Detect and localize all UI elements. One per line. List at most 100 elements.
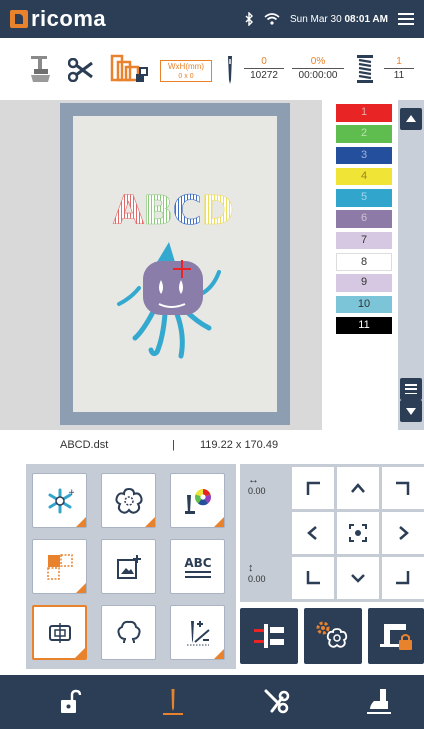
color-chip[interactable]: 11 [336,316,392,335]
color-scrollbar[interactable] [398,100,424,430]
stitch-counter: 0 10272 [244,56,284,81]
text-tool-button[interactable]: ABC [170,539,225,594]
corner-top-right-icon [396,481,410,495]
horizontal-arrows-icon: ↔ [248,474,259,486]
file-name: ABCD.dst [60,439,109,451]
brand-name: ricoma [31,6,107,31]
snowflake-color-icon: + [48,488,74,513]
monster-graphic [117,242,221,359]
bottom-navigation [0,675,424,729]
hoop-workspace[interactable]: ABCD [73,116,277,412]
flower-outline-icon [114,487,143,514]
nav-presser-foot[interactable] [364,687,394,717]
color-total: 11 [393,70,405,81]
color-chip[interactable]: 6 [336,210,392,228]
color-chip[interactable]: 4 [336,167,392,186]
add-image-button[interactable] [101,539,156,594]
corner-top-left-icon [306,481,320,495]
move-down-right-button[interactable] [381,556,424,600]
stitch-current: 0 [261,56,267,67]
info-separator: | [172,439,175,451]
scroll-up-button[interactable] [400,108,422,130]
add-image-icon [116,554,141,579]
cloud-outline-icon [116,620,141,643]
color-chip[interactable]: 2 [336,125,392,143]
x-offset-readout: ↔ 0.00 [248,474,266,496]
frame-select-button[interactable] [32,605,87,660]
design-preview: ABCD [113,188,234,359]
layout-button[interactable] [32,539,87,594]
center-needle-button[interactable] [336,511,380,555]
status-time: 08:01 AM [344,13,388,25]
applique-button[interactable] [101,473,156,528]
corner-bottom-left-icon [306,571,320,585]
stitch-adjust-button[interactable] [170,605,225,660]
color-chip[interactable]: 5 [336,189,392,207]
color-sequence-panel: 1 2 3 4 5 6 7 8 9 10 11 [322,100,424,430]
machine-lock-button[interactable] [368,608,424,664]
color-counter: 1 11 [384,56,414,81]
status-bar: ricoma Sun Mar 30 08:01 AM [0,0,424,38]
brand-logo: ricoma [10,6,106,32]
svg-text:ABC: ABC [184,556,211,570]
triangle-up-icon [406,115,416,122]
move-up-left-button[interactable] [291,466,335,510]
wifi-icon [264,13,280,25]
move-up-button[interactable] [336,466,380,510]
design-text: ABCD [113,188,233,234]
machine-lock-icon [380,624,412,650]
presser-foot-icon [367,689,391,714]
color-chip[interactable]: 9 [336,274,392,292]
file-info-bar: ABCD.dst | 119.22 x 170.49 [0,430,424,460]
outline-button[interactable] [101,605,156,660]
chevron-right-icon [399,526,409,540]
applique-settings-button[interactable] [304,608,362,664]
color-list: 1 2 3 4 5 6 7 8 9 10 11 [336,104,392,338]
color-chip[interactable]: 10 [336,295,392,314]
trace-button[interactable] [240,608,298,664]
chevron-up-icon [351,483,365,493]
size-label: WxH(mm) [168,62,204,71]
color-chip[interactable]: 8 [336,253,392,271]
nav-trim[interactable] [262,687,292,717]
abc-text-icon: ABC [184,556,211,578]
color-current: 1 [396,56,402,67]
color-palette-button[interactable] [170,473,225,528]
unlock-icon [61,689,82,713]
x-offset-value: 0.00 [248,486,266,496]
color-chip[interactable]: 1 [336,104,392,122]
scroll-thumb[interactable] [400,378,422,400]
triangle-down-icon [406,408,416,415]
embroidery-hoop: ABCD [60,103,290,425]
nav-needle[interactable] [158,687,188,717]
move-left-button[interactable] [291,511,335,555]
position-dpad: ↔ 0.00 ↕ 0.00 [240,464,424,602]
size-value: 0 x 0 [178,73,194,80]
stitch-total: 10272 [250,70,278,81]
scissors-auto-icon[interactable] [68,58,96,82]
color-wheel-icon [184,488,211,514]
move-up-right-button[interactable] [381,466,424,510]
move-right-button[interactable] [381,511,424,555]
edit-tools-grid: + ABC [26,464,236,669]
color-chip[interactable]: 7 [336,231,392,250]
move-down-button[interactable] [336,556,380,600]
vertical-arrows-icon: ↕ [248,562,254,574]
bobbin-winder-icon[interactable] [28,54,54,84]
layout-blocks-icon [46,553,73,580]
nav-unlock[interactable] [55,687,85,717]
needle-icon [228,56,232,84]
scroll-down-button[interactable] [400,400,422,422]
chevron-left-icon [307,526,317,540]
move-down-left-button[interactable] [291,556,335,600]
color-chip[interactable]: 3 [336,146,392,165]
design-canvas-area: ABCD 1 2 3 4 5 6 7 8 9 10 11 [0,100,424,430]
color-change-button[interactable]: + [32,473,87,528]
status-indicators: Sun Mar 30 08:01 AM [244,0,414,38]
hamburger-menu-icon[interactable] [398,13,414,25]
trace-icon [254,624,284,648]
progress-counter: 0% 00:00:00 [292,56,344,81]
y-offset-readout: ↕ 0.00 [248,562,266,584]
progress-time: 00:00:00 [298,70,338,81]
hoop-stack-icon[interactable] [110,54,150,84]
